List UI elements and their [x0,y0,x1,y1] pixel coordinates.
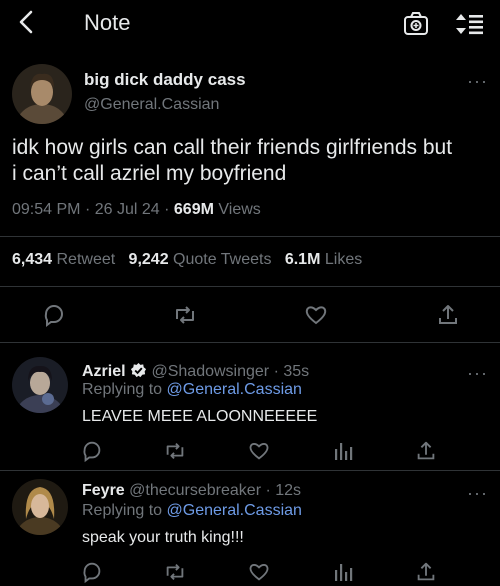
display-name[interactable]: Feyre [82,482,125,499]
divider [0,470,500,471]
tweet-stats: 6,434 Retweet 9,242 Quote Tweets 6.1M Li… [12,251,362,269]
more-icon[interactable]: ··· [467,484,488,502]
views-count: 669M [173,201,214,218]
display-name[interactable]: big dick daddy cass [84,70,246,90]
replying-to-link[interactable]: @General.Cassian [167,502,302,519]
tweet-detail-screen: Note big dick daddy cass @General.Cassia… [0,0,500,586]
analytics-icon[interactable] [331,560,355,584]
retweets-label: Retweet [56,251,116,268]
sort-icon[interactable] [456,10,484,38]
back-arrow-icon[interactable] [14,8,40,36]
tweet-time: 09:54 PM [12,201,81,218]
handle[interactable]: @General.Cassian [84,96,219,114]
more-icon[interactable]: ··· [467,364,488,382]
camera-icon[interactable] [402,10,430,38]
retweet-icon[interactable] [163,439,187,463]
tweet-text-line-2: i can’t call azriel my boyfriend [12,162,287,185]
likes-label: Likes [324,251,363,268]
likes-count: 6.1M [284,251,321,268]
handle[interactable]: @Shadowsinger [151,363,269,380]
like-icon[interactable] [247,439,271,463]
retweet-icon[interactable] [172,302,198,328]
reply-text: LEAVEE MEEE ALOONNEEEEE [82,408,318,425]
share-icon[interactable] [414,439,438,463]
quotes-label: Quote Tweets [173,251,272,268]
reply-icon[interactable] [80,439,104,463]
quotes-stat[interactable]: 9,242 Quote Tweets [129,251,272,268]
retweet-icon[interactable] [163,560,187,584]
replying-to-line: Replying to @General.Cassian [82,381,302,399]
avatar[interactable] [12,64,72,124]
reply-time: · 35s [273,363,310,380]
avatar[interactable] [12,479,68,535]
reply-header: Feyre @thecursebreaker · 12s [82,482,301,500]
top-bar: Note [0,0,500,46]
display-name[interactable]: Azriel [82,363,126,380]
replying-to-prefix: Replying to [82,502,163,519]
share-icon[interactable] [435,302,461,328]
replying-to-link[interactable]: @General.Cassian [167,381,302,398]
views-label: Views [218,201,261,218]
reply-icon[interactable] [80,560,104,584]
like-icon[interactable] [247,560,271,584]
reply-header: Azriel @Shadowsinger · 35s [82,362,309,381]
separator: · [164,201,170,218]
like-icon[interactable] [303,302,329,328]
verified-badge-icon [130,362,147,378]
retweets-stat[interactable]: 6,434 Retweet [12,251,115,268]
tweet-date: 26 Jul 24 [94,201,160,218]
separator: · [84,201,91,218]
reply-time: · 12s [265,482,302,499]
share-icon[interactable] [414,560,438,584]
analytics-icon[interactable] [331,439,355,463]
reply-text: speak your truth king!!! [82,529,244,546]
divider [0,236,500,237]
replying-to-prefix: Replying to [82,381,163,398]
more-icon[interactable]: ··· [467,72,488,90]
likes-stat[interactable]: 6.1M Likes [285,251,362,268]
page-title: Note [84,10,131,35]
tweet-text-line-1: idk how girls can call their friends gir… [12,136,453,159]
retweets-count: 6,434 [12,251,53,268]
reply-icon[interactable] [41,302,67,328]
divider [0,286,500,287]
avatar[interactable] [12,357,68,413]
handle[interactable]: @thecursebreaker [129,482,261,499]
divider [0,342,500,343]
tweet-meta: 09:54 PM · 26 Jul 24 · 669M Views [12,201,261,219]
quotes-count: 9,242 [128,251,169,268]
replying-to-line: Replying to @General.Cassian [82,502,302,520]
